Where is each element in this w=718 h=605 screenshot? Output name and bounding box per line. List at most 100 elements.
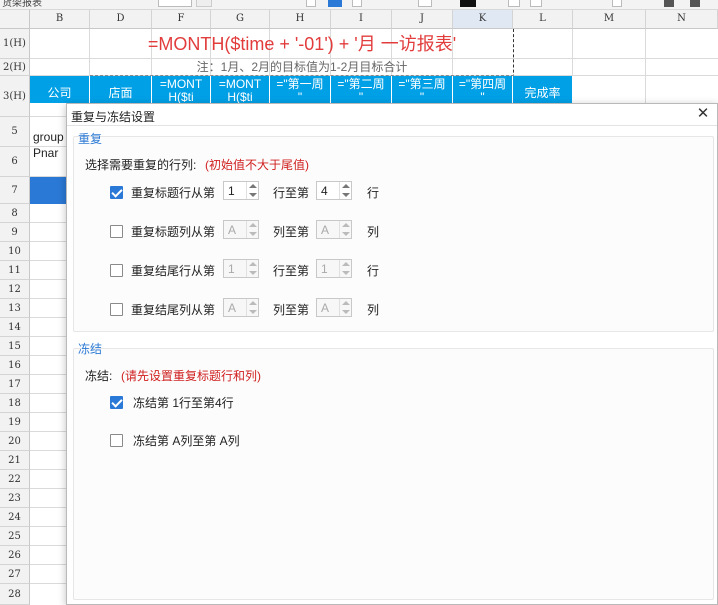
header-cell-week4[interactable]: ="第四周 " bbox=[453, 76, 513, 103]
column-header-i[interactable]: I bbox=[331, 10, 392, 29]
spinner-arrows-icon[interactable] bbox=[339, 221, 351, 238]
row-header[interactable]: 21 bbox=[0, 451, 30, 470]
range-unit-label: 列 bbox=[367, 303, 380, 317]
spinner-arrows-icon[interactable] bbox=[246, 182, 258, 199]
repeat-footer-cols-from-spinner[interactable]: A bbox=[223, 298, 259, 317]
row-header[interactable]: 17 bbox=[0, 375, 30, 394]
selected-cell[interactable] bbox=[30, 177, 70, 204]
header-cell-week1[interactable]: ="第一周 " bbox=[270, 76, 331, 103]
row-header[interactable]: 22 bbox=[0, 470, 30, 489]
row-header[interactable]: 20 bbox=[0, 432, 30, 451]
row-header[interactable]: 15 bbox=[0, 337, 30, 356]
column-header-f[interactable]: F bbox=[152, 10, 211, 29]
dropdown-icon[interactable] bbox=[196, 0, 212, 7]
name-box[interactable]: 货架报表 bbox=[2, 0, 122, 8]
column-header-n[interactable]: N bbox=[646, 10, 718, 29]
spinner-arrows-icon[interactable] bbox=[339, 299, 351, 316]
row-header[interactable]: 26 bbox=[0, 546, 30, 565]
freeze-cols-checkbox[interactable] bbox=[110, 434, 123, 447]
spinner-arrows-icon[interactable] bbox=[339, 260, 351, 277]
header-cell-formula[interactable]: =MONT H($ti bbox=[211, 76, 270, 103]
spinner-arrows-icon[interactable] bbox=[339, 182, 351, 199]
select-all-corner[interactable] bbox=[0, 10, 30, 29]
repeat-footer-cols-checkbox[interactable] bbox=[110, 303, 123, 316]
row-header[interactable]: 6 bbox=[0, 147, 30, 177]
report-title-cell[interactable]: =MONTH($time + '-01') + '月 一访报表' bbox=[90, 29, 514, 59]
repeat-footer-rows-from-spinner[interactable]: 1 bbox=[223, 259, 259, 278]
range-unit-label: 列 bbox=[367, 225, 380, 239]
row-header[interactable]: 3(H) bbox=[0, 76, 30, 117]
range-mid-label: 行至第 bbox=[273, 264, 310, 278]
chart-icon[interactable] bbox=[690, 0, 700, 7]
row-header[interactable]: 23 bbox=[0, 489, 30, 508]
repeat-title-rows-to-spinner[interactable]: 4 bbox=[316, 181, 352, 200]
undo-icon[interactable] bbox=[612, 0, 622, 7]
font-size-box[interactable] bbox=[158, 0, 192, 7]
spinner-value: 1 bbox=[228, 184, 235, 198]
merge-icon[interactable] bbox=[508, 0, 520, 7]
freeze-cols-label: 冻结第 A列至第 A列 bbox=[133, 434, 240, 448]
spinner-arrows-icon[interactable] bbox=[246, 260, 258, 277]
row-header[interactable]: 11 bbox=[0, 261, 30, 280]
repeat-footer-rows-checkbox[interactable] bbox=[110, 264, 123, 277]
note-cell[interactable]: 注：1月、2月的目标值为1-2月目标合计 bbox=[90, 59, 514, 76]
align-icon[interactable] bbox=[306, 0, 316, 7]
spinner-value: 1 bbox=[321, 262, 328, 276]
row-header[interactable]: 14 bbox=[0, 318, 30, 337]
repeat-title-rows-from-spinner[interactable]: 1 bbox=[223, 181, 259, 200]
row-header[interactable]: 5 bbox=[0, 117, 30, 147]
repeat-title-cols-from-spinner[interactable]: A bbox=[223, 220, 259, 239]
column-header-g[interactable]: G bbox=[211, 10, 270, 29]
row-header[interactable]: 12 bbox=[0, 280, 30, 299]
grid-icon[interactable] bbox=[664, 0, 674, 7]
header-cell-completion-rate[interactable]: 完成率 bbox=[513, 76, 573, 103]
column-header-m[interactable]: M bbox=[573, 10, 646, 29]
row-header[interactable]: 19 bbox=[0, 413, 30, 432]
row-header[interactable]: 8 bbox=[0, 204, 30, 223]
font-color-icon[interactable] bbox=[460, 0, 476, 7]
column-header-h[interactable]: H bbox=[270, 10, 331, 29]
align-center-icon[interactable] bbox=[328, 0, 342, 7]
column-header-d[interactable]: D bbox=[90, 10, 152, 29]
row-header[interactable]: 1(H) bbox=[0, 29, 30, 59]
range-unit-label: 行 bbox=[367, 264, 380, 278]
dialog-title: 重复与冻结设置 bbox=[71, 110, 156, 124]
row-header[interactable]: 10 bbox=[0, 242, 30, 261]
repeat-footer-cols-to-spinner[interactable]: A bbox=[316, 298, 352, 317]
spinner-value: A bbox=[228, 301, 237, 315]
header-cell-formula[interactable]: =MONT H($ti bbox=[152, 76, 211, 103]
close-icon[interactable]: ✕ bbox=[695, 106, 711, 122]
align-right-icon[interactable] bbox=[352, 0, 362, 7]
group-cell[interactable]: group Pnar bbox=[30, 117, 70, 177]
row-header[interactable]: 28 bbox=[0, 584, 30, 605]
spinner-arrows-icon[interactable] bbox=[246, 299, 258, 316]
column-header-l[interactable]: L bbox=[513, 10, 573, 29]
freeze-prompt-note: (请先设置重复标题行和列) bbox=[121, 369, 261, 383]
row-header[interactable]: 7 bbox=[0, 177, 30, 204]
row-header[interactable]: 18 bbox=[0, 394, 30, 413]
wrap-icon[interactable] bbox=[530, 0, 542, 7]
header-cell-week3[interactable]: ="第三周 " bbox=[392, 76, 453, 103]
repeat-title-cols-checkbox[interactable] bbox=[110, 225, 123, 238]
column-header-b[interactable]: B bbox=[30, 10, 90, 29]
repeat-footer-cols-label: 重复结尾列从第 bbox=[131, 303, 216, 317]
repeat-title-rows-checkbox[interactable] bbox=[110, 186, 123, 199]
column-header-j[interactable]: J bbox=[392, 10, 453, 29]
header-cell-store[interactable]: 店面 bbox=[90, 76, 152, 103]
column-header-k[interactable]: K bbox=[453, 10, 513, 29]
border-icon[interactable] bbox=[418, 0, 432, 7]
header-cell-company[interactable]: 公司 bbox=[30, 76, 90, 103]
row-header[interactable]: 2(H) bbox=[0, 59, 30, 76]
dialog-titlebar[interactable]: 重复与冻结设置 ✕ bbox=[67, 104, 717, 126]
repeat-title-cols-to-spinner[interactable]: A bbox=[316, 220, 352, 239]
row-header[interactable]: 16 bbox=[0, 356, 30, 375]
row-header[interactable]: 9 bbox=[0, 223, 30, 242]
freeze-rows-checkbox[interactable] bbox=[110, 396, 123, 409]
row-header[interactable]: 27 bbox=[0, 565, 30, 584]
row-header[interactable]: 24 bbox=[0, 508, 30, 527]
row-header[interactable]: 13 bbox=[0, 299, 30, 318]
repeat-footer-rows-to-spinner[interactable]: 1 bbox=[316, 259, 352, 278]
header-cell-week2[interactable]: ="第二周 " bbox=[331, 76, 392, 103]
spinner-arrows-icon[interactable] bbox=[246, 221, 258, 238]
row-header[interactable]: 25 bbox=[0, 527, 30, 546]
